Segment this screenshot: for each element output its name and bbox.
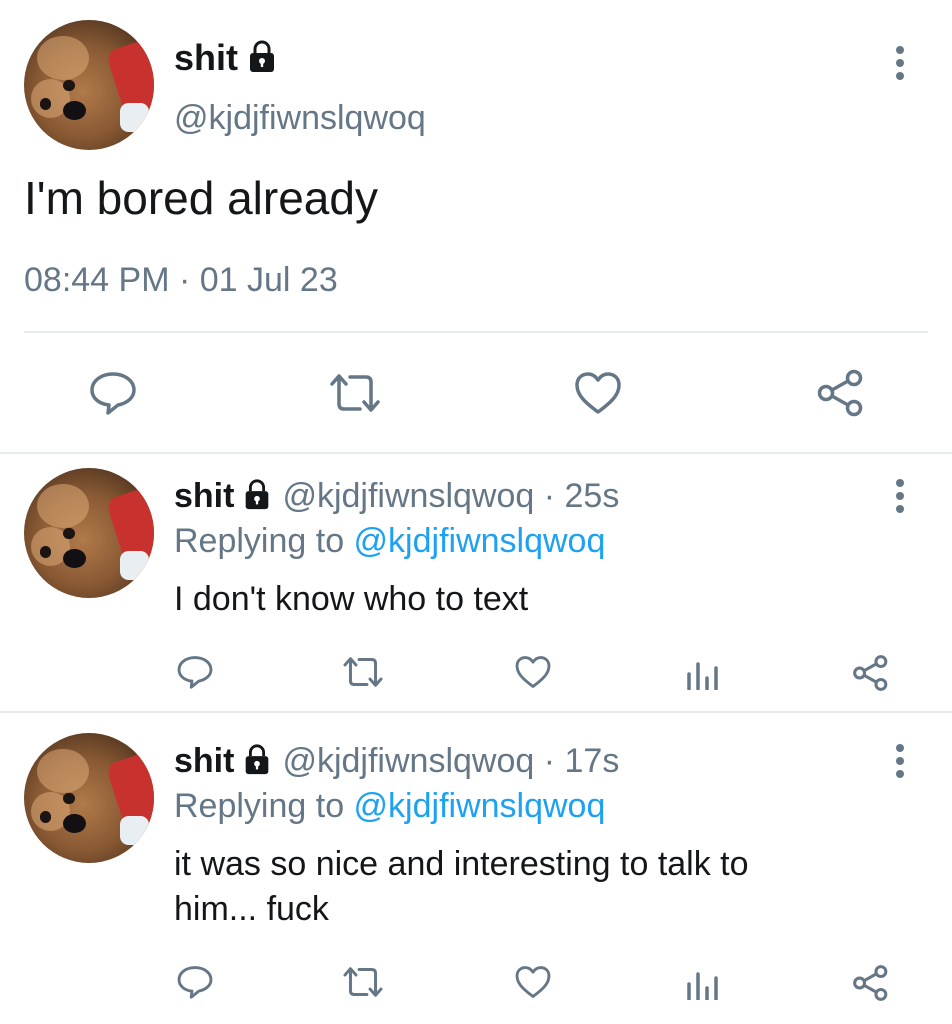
reply-text-line-2: him... fuck xyxy=(174,890,329,928)
replying-handle-link[interactable]: @kjdjfiwnslqwoq xyxy=(354,522,606,560)
replying-to: Replying to @kjdjfiwnslqwoq xyxy=(174,784,605,828)
author-name-row: shit xyxy=(174,36,280,80)
tweet-text: I'm bored already xyxy=(24,172,378,224)
lock-icon xyxy=(240,477,274,516)
replying-to: Replying to @kjdjfiwnslqwoq xyxy=(174,519,605,563)
divider xyxy=(24,331,928,333)
more-options-icon[interactable] xyxy=(895,744,905,778)
reply-text-line-1: it was so nice and interesting to talk t… xyxy=(174,845,749,883)
like-icon[interactable] xyxy=(514,654,552,690)
handle-time[interactable]: @kjdjfiwnslqwoq · 17s xyxy=(282,742,619,781)
replying-label: Replying to xyxy=(174,522,354,560)
handle-time[interactable]: @kjdjfiwnslqwoq · 25s xyxy=(282,477,619,516)
divider xyxy=(0,711,952,713)
display-name[interactable]: shit xyxy=(174,477,234,516)
avatar[interactable] xyxy=(24,20,154,150)
analytics-icon[interactable] xyxy=(686,966,720,1000)
retweet-icon[interactable] xyxy=(326,370,384,416)
timestamp[interactable]: 08:44 PM · 01 Jul 23 xyxy=(24,258,338,302)
display-name[interactable]: shit xyxy=(174,37,238,79)
lock-icon xyxy=(240,742,274,781)
share-icon[interactable] xyxy=(816,368,866,418)
display-name[interactable]: shit xyxy=(174,742,234,781)
avatar[interactable] xyxy=(24,468,154,598)
reply-icon[interactable] xyxy=(88,370,138,416)
reply-icon[interactable] xyxy=(176,964,214,1000)
more-options-icon[interactable] xyxy=(895,46,905,80)
replying-handle-link[interactable]: @kjdjfiwnslqwoq xyxy=(354,787,606,825)
lock-icon xyxy=(244,38,280,79)
share-icon[interactable] xyxy=(852,654,890,692)
replying-label: Replying to xyxy=(174,787,354,825)
reply-text: I don't know who to text xyxy=(174,580,529,618)
like-icon[interactable] xyxy=(573,370,623,416)
divider xyxy=(0,452,952,454)
avatar[interactable] xyxy=(24,733,154,863)
reply-header: shit @kjdjfiwnslqwoq · 17s xyxy=(174,739,619,783)
reply-icon[interactable] xyxy=(176,654,214,690)
more-options-icon[interactable] xyxy=(895,479,905,513)
handle[interactable]: @kjdjfiwnslqwoq xyxy=(174,96,426,140)
reply-header: shit @kjdjfiwnslqwoq · 25s xyxy=(174,474,619,518)
retweet-icon[interactable] xyxy=(340,964,386,1000)
analytics-icon[interactable] xyxy=(686,656,720,690)
share-icon[interactable] xyxy=(852,964,890,1002)
retweet-icon[interactable] xyxy=(340,654,386,690)
like-icon[interactable] xyxy=(514,964,552,1000)
